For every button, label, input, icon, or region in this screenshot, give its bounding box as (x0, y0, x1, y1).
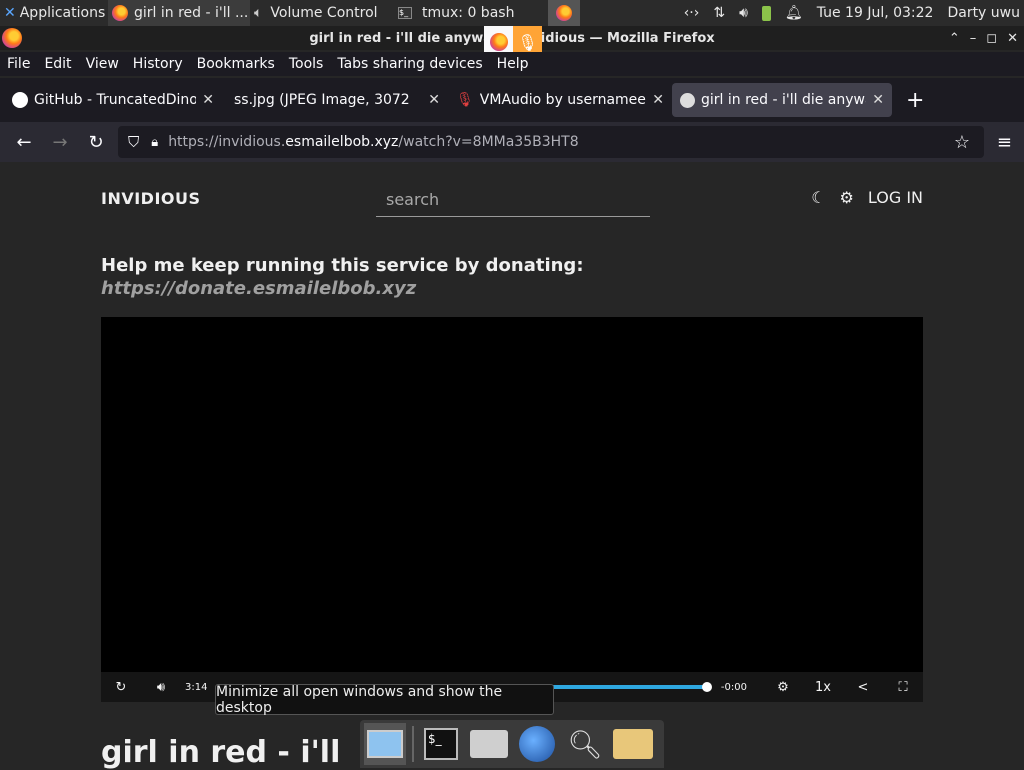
menu-tools[interactable]: Tools (282, 56, 331, 72)
navigation-bar: ← → ↻ ⛉ 🔒︎ https://invidious.esmailelbob… (0, 122, 1024, 162)
taskbar-firefox[interactable]: girl in red - i'll ... (108, 0, 250, 26)
tab-github[interactable]: GitHub - TruncatedDinos ✕ (4, 83, 222, 117)
applications-menu[interactable]: ✕ Applications (0, 0, 108, 26)
invidious-icon (680, 92, 695, 108)
tooltip: Minimize all open windows and show the d… (215, 684, 554, 716)
reload-icon[interactable]: ↻ (78, 124, 114, 160)
firefox-icon (2, 28, 22, 48)
search-input[interactable]: search (376, 184, 650, 217)
forward-arrow-icon[interactable]: → (42, 124, 78, 160)
video-player[interactable]: ↻ 🔊︎ 3:14 -0:00 ⚙ 1x < ⛶ (101, 317, 923, 702)
taskbar-tmux[interactable]: $_ tmux: 0 bash (394, 0, 544, 26)
dark-mode-moon-icon[interactable]: ☾ (811, 188, 825, 207)
close-tab-icon[interactable]: ✕ (202, 92, 214, 108)
tab-invidious[interactable]: girl in red - i'll die anyway ✕ (672, 83, 892, 117)
firefox-icon (489, 33, 508, 51)
tab-label: VMAudio by usernamee (479, 92, 646, 108)
window-shade-icon[interactable]: ⌃ (949, 31, 960, 46)
menu-tabs-sharing-devices[interactable]: Tabs sharing devices (330, 56, 489, 72)
show-desktop-icon[interactable] (364, 723, 406, 765)
close-tab-icon[interactable]: ✕ (652, 92, 664, 108)
files-folder-icon[interactable] (612, 723, 654, 765)
menu-history[interactable]: History (126, 56, 190, 72)
firefox-icon (556, 5, 572, 21)
volume-icon[interactable]: 🔊︎ (141, 672, 181, 702)
tab-label: girl in red - i'll die anyway (701, 92, 867, 108)
page-content: INVIDIOUS search ☾ ⚙ LOG IN Help me keep… (0, 162, 1024, 770)
volume-icon[interactable]: 🔊︎ (739, 5, 748, 21)
share-icon[interactable]: < (843, 672, 883, 702)
network-arrows-icon[interactable]: ‹·› (684, 5, 700, 21)
minimize-icon[interactable]: – (970, 31, 977, 46)
gear-icon[interactable]: ⚙ (840, 188, 854, 207)
video-title: girl in red - i'll (101, 735, 341, 770)
close-tab-icon[interactable]: ✕ (872, 92, 884, 108)
new-tab-icon[interactable]: + (906, 88, 924, 113)
replay-icon[interactable]: ↻ (101, 672, 141, 702)
login-link[interactable]: LOG IN (868, 188, 923, 207)
tab-label: ss.jpg (JPEG Image, 3072 (234, 92, 410, 108)
hamburger-menu-icon[interactable]: ≡ (997, 132, 1012, 153)
taskbar-volume-control[interactable]: 🔈︎ Volume Control (250, 0, 394, 26)
bookmark-star-icon[interactable]: ☆ (954, 132, 970, 153)
dock: $_ 🔍︎ (360, 720, 664, 768)
menu-view[interactable]: View (79, 56, 126, 72)
lock-icon[interactable]: 🔒︎ (151, 135, 158, 150)
invidious-logo[interactable]: INVIDIOUS (101, 189, 201, 208)
speaker-icon: 🔈︎ (254, 5, 263, 21)
applications-label: Applications (19, 5, 106, 21)
battery-icon[interactable] (761, 5, 771, 21)
top-panel: ✕ Applications girl in red - i'll ... 🔈︎… (0, 0, 1024, 26)
donate-banner: Help me keep running this service by don… (101, 254, 584, 300)
notification-bell-icon[interactable]: 🔔︎ (785, 5, 803, 21)
tab-bar: GitHub - TruncatedDinos ✕ ss.jpg (JPEG I… (0, 78, 1024, 122)
firefox-icon (112, 5, 128, 21)
menu-file[interactable]: File (0, 56, 37, 72)
maximize-icon[interactable]: ◻ (986, 31, 997, 46)
workspace-firefox-button[interactable] (548, 0, 580, 26)
fullscreen-icon[interactable]: ⛶ (883, 672, 923, 702)
menu-edit[interactable]: Edit (37, 56, 78, 72)
user-name[interactable]: Darty uwu (947, 5, 1020, 21)
tab-label: GitHub - TruncatedDinos (34, 92, 197, 108)
microphone-icon: 🎙︎ (456, 92, 474, 108)
menu-bookmarks[interactable]: Bookmarks (190, 56, 282, 72)
tab-vmaudio[interactable]: 🎙︎ VMAudio by usernamee ✕ (448, 83, 672, 117)
network-updown-icon[interactable]: ⇅ (713, 5, 725, 21)
url-host: esmailelbob.xyz (285, 134, 399, 150)
github-icon (12, 92, 28, 108)
web-browser-globe-icon[interactable] (516, 723, 558, 765)
url-path: /watch?v=8MMa35B3HT8 (398, 134, 579, 150)
terminal-icon[interactable]: $_ (420, 723, 462, 765)
remaining-time: -0:00 (720, 681, 747, 693)
taskbar-label: tmux: 0 bash (422, 5, 515, 21)
home-folder-icon[interactable] (468, 723, 510, 765)
donate-text: Help me keep running this service by don… (101, 255, 584, 276)
donate-link[interactable]: https://donate.esmailelbob.xyz (101, 277, 584, 300)
clock[interactable]: Tue 19 Jul, 03:22 (817, 5, 934, 21)
back-arrow-icon[interactable]: ← (6, 124, 42, 160)
tab-image[interactable]: ss.jpg (JPEG Image, 3072 ✕ (222, 83, 448, 117)
close-tab-icon[interactable]: ✕ (428, 92, 440, 108)
microphone-icon: 🎙︎ (517, 32, 538, 52)
settings-gear-icon[interactable]: ⚙ (763, 672, 803, 702)
shield-icon[interactable]: ⛉ (128, 133, 139, 151)
terminal-icon: $_ (398, 7, 412, 19)
taskbar-label: girl in red - i'll ... (134, 5, 249, 21)
current-time: 3:14 (185, 681, 208, 693)
url-text: https://invidious.esmailelbob.xyz/watch?… (168, 134, 578, 150)
search-magnifier-icon[interactable]: 🔍︎ (564, 723, 606, 765)
menu-bar: File Edit View History Bookmarks Tools T… (0, 52, 1024, 76)
taskbar-label: Volume Control (270, 5, 378, 21)
menu-help[interactable]: Help (490, 56, 536, 72)
close-icon[interactable]: ✕ (1007, 31, 1018, 46)
dock-separator (412, 726, 414, 762)
url-bar[interactable]: ⛉ 🔒︎ https://invidious.esmailelbob.xyz/w… (118, 126, 984, 158)
url-prefix: https://invidious. (168, 134, 286, 150)
progress-knob[interactable] (701, 682, 712, 692)
playback-speed[interactable]: 1x (803, 672, 843, 702)
xfce-icon: ✕ (4, 5, 16, 21)
